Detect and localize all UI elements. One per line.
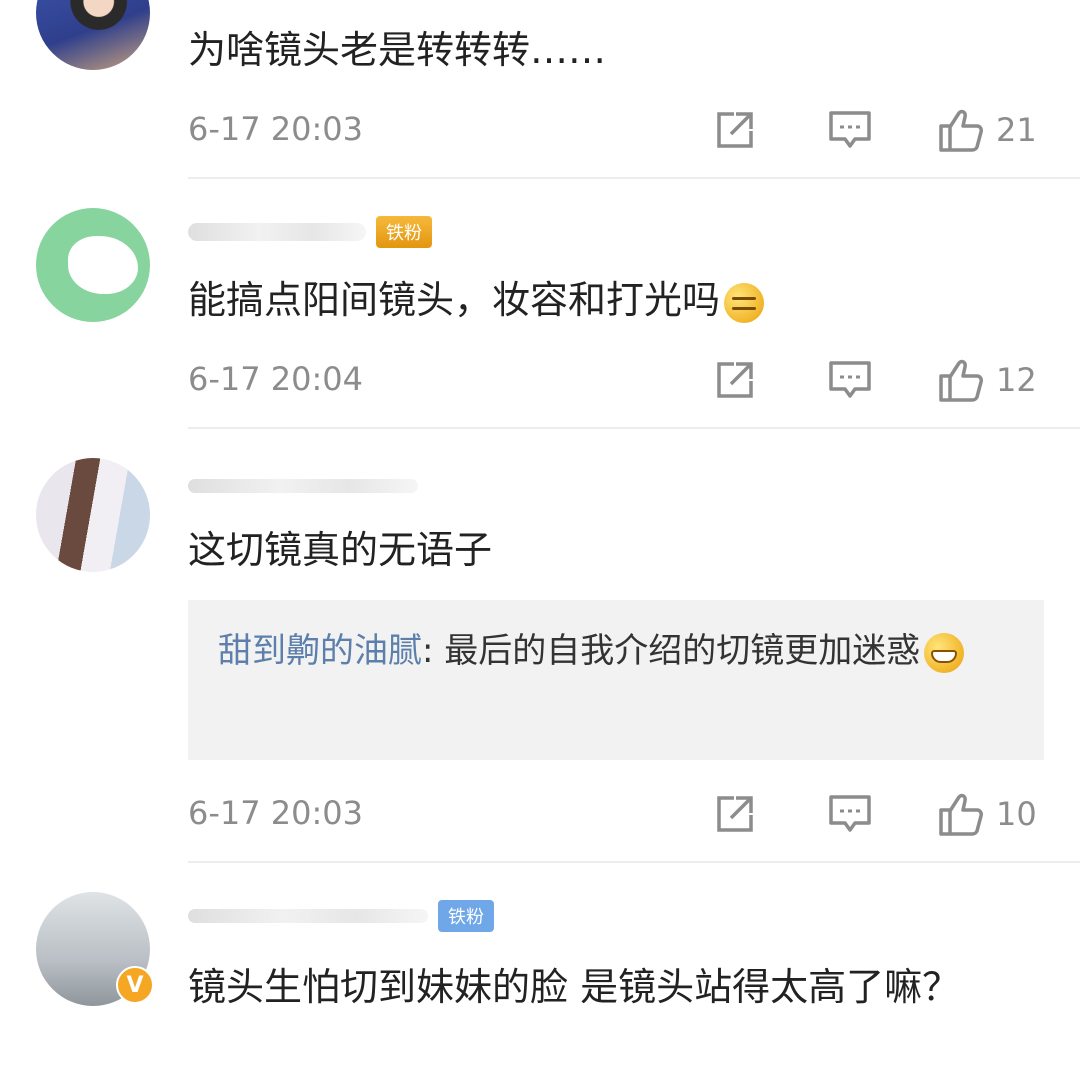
avatar[interactable] — [36, 458, 150, 572]
comment-icon — [829, 361, 871, 398]
avatar[interactable] — [36, 208, 150, 322]
comment-time: 6-17 20:03 — [188, 110, 364, 148]
share-icon — [717, 112, 753, 148]
share-button[interactable] — [714, 790, 756, 838]
like-button[interactable]: 12 — [938, 356, 1037, 404]
comment-text: 镜头生怕切到妹妹的脸 是镜头站得太高了嘛？ — [188, 965, 961, 1009]
reply-username[interactable]: 甜到齁的油腻 — [218, 631, 422, 671]
share-icon — [717, 362, 753, 398]
divider — [188, 427, 1080, 429]
username[interactable] — [188, 909, 428, 923]
divider — [188, 861, 1080, 863]
smirking-emoji — [724, 282, 765, 323]
comment-button[interactable] — [828, 356, 872, 404]
like-button[interactable]: 10 — [938, 790, 1037, 838]
comment-button[interactable] — [828, 790, 872, 838]
fan-badge: 铁粉 — [438, 900, 494, 932]
like-icon — [939, 109, 983, 152]
share-icon — [717, 796, 753, 832]
comment-text: 这切镜真的无语子 — [188, 528, 493, 572]
avatar[interactable] — [36, 0, 150, 70]
like-button[interactable]: 21 — [938, 106, 1037, 154]
comment-icon — [829, 111, 871, 148]
divider — [188, 177, 1080, 179]
reply-text: 最后的自我介绍的切镜更加迷惑 — [433, 631, 921, 671]
comment-text: 为啥镜头老是转转转…… — [188, 28, 607, 72]
username[interactable] — [188, 223, 366, 241]
comment-icon — [829, 795, 871, 832]
comment-time: 6-17 20:03 — [188, 794, 364, 832]
username[interactable] — [188, 479, 418, 493]
like-icon — [939, 359, 983, 402]
grinning-emoji — [924, 632, 965, 673]
comment-time: 6-17 20:04 — [188, 360, 364, 398]
verified-badge: V — [116, 966, 154, 1004]
reply-quote[interactable]: 甜到齁的油腻: 最后的自我介绍的切镜更加迷惑 — [188, 600, 1044, 760]
comment-button[interactable] — [828, 106, 872, 154]
share-button[interactable] — [714, 356, 756, 404]
like-count: 21 — [996, 111, 1037, 149]
fan-badge: 铁粉 — [376, 216, 432, 248]
comment-text: 能搞点阳间镜头，妆容和打光吗 — [188, 272, 1048, 328]
share-button[interactable] — [714, 106, 756, 154]
like-count: 10 — [996, 795, 1037, 833]
like-icon — [939, 793, 983, 836]
like-count: 12 — [996, 361, 1037, 399]
